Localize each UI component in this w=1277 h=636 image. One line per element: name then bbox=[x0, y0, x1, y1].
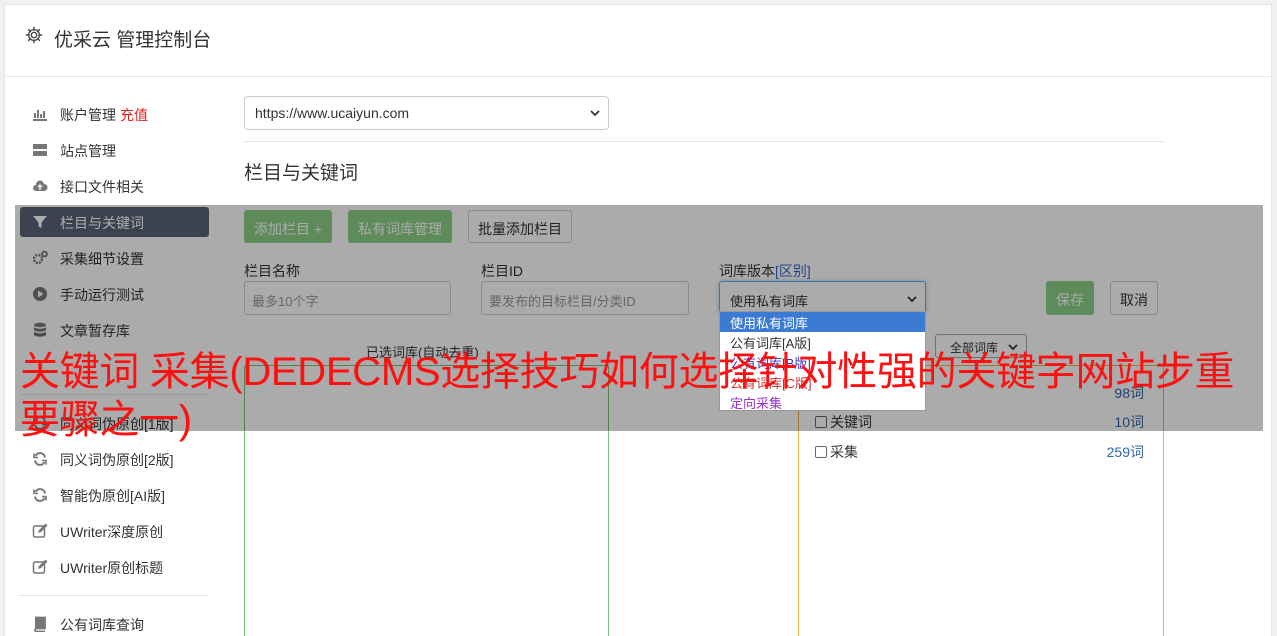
sidebar-item-uwriter-deep[interactable]: UWriter深度原创 bbox=[20, 516, 209, 546]
site-select-value: https://www.ucaiyun.com bbox=[255, 105, 410, 121]
chevron-down-icon bbox=[590, 110, 600, 117]
sidebar-item-interface[interactable]: 接口文件相关 bbox=[20, 171, 209, 201]
cloud-upload-icon bbox=[33, 180, 48, 191]
sidebar-item-label: 接口文件相关 bbox=[60, 179, 144, 195]
header: 优采云 管理控制台 bbox=[5, 5, 1271, 77]
bar-chart-icon bbox=[33, 110, 47, 121]
sidebar-item-account[interactable]: 账户管理 充值 bbox=[20, 99, 209, 129]
recharge-link[interactable]: 充值 bbox=[120, 107, 148, 123]
sidebar-item-label: 账户管理 bbox=[60, 107, 116, 123]
site-select[interactable]: https://www.ucaiyun.com bbox=[244, 96, 609, 130]
sidebar-item-uwriter-title[interactable]: UWriter原创标题 bbox=[20, 552, 209, 582]
sidebar-item-sites[interactable]: 站点管理 bbox=[20, 135, 209, 165]
section-title: 栏目与关键词 bbox=[244, 163, 359, 184]
sidebar-item-label: 同义词伪原创[2版] bbox=[60, 452, 174, 468]
dict-list-item[interactable]: 采集 bbox=[815, 442, 858, 462]
checkbox[interactable] bbox=[815, 446, 827, 458]
gear-icon bbox=[25, 26, 43, 44]
dropdown-option[interactable]: 使用私有词库 bbox=[720, 312, 925, 332]
divider bbox=[244, 141, 1164, 142]
overlay-title: 关键词 采集(DEDECMS选择技巧如何选择针对性强的关键字网站步重要骤之一) bbox=[20, 350, 1235, 442]
book-icon bbox=[34, 616, 46, 632]
sidebar-divider bbox=[20, 595, 209, 596]
refresh-icon bbox=[33, 452, 47, 466]
edit-icon bbox=[32, 523, 48, 538]
edit-icon bbox=[32, 559, 48, 574]
sidebar-item-label: 公有词库查询 bbox=[60, 617, 144, 633]
refresh-icon bbox=[33, 488, 47, 502]
sidebar-item-label: 智能伪原创[AI版] bbox=[60, 488, 166, 504]
sidebar-item-label: 站点管理 bbox=[60, 143, 116, 159]
dict-count: 259词 bbox=[1106, 444, 1144, 460]
sidebar-item-synonym-v2[interactable]: 同义词伪原创[2版] bbox=[20, 444, 209, 474]
sidebar-item-label: UWriter深度原创 bbox=[60, 524, 164, 540]
sidebar-item-public-dict[interactable]: 公有词库查询 bbox=[20, 609, 209, 636]
sidebar-item-ai-rewrite[interactable]: 智能伪原创[AI版] bbox=[20, 480, 209, 510]
server-icon bbox=[33, 144, 47, 156]
app-title: 优采云 管理控制台 bbox=[54, 30, 212, 51]
sidebar-item-label: UWriter原创标题 bbox=[60, 560, 164, 576]
